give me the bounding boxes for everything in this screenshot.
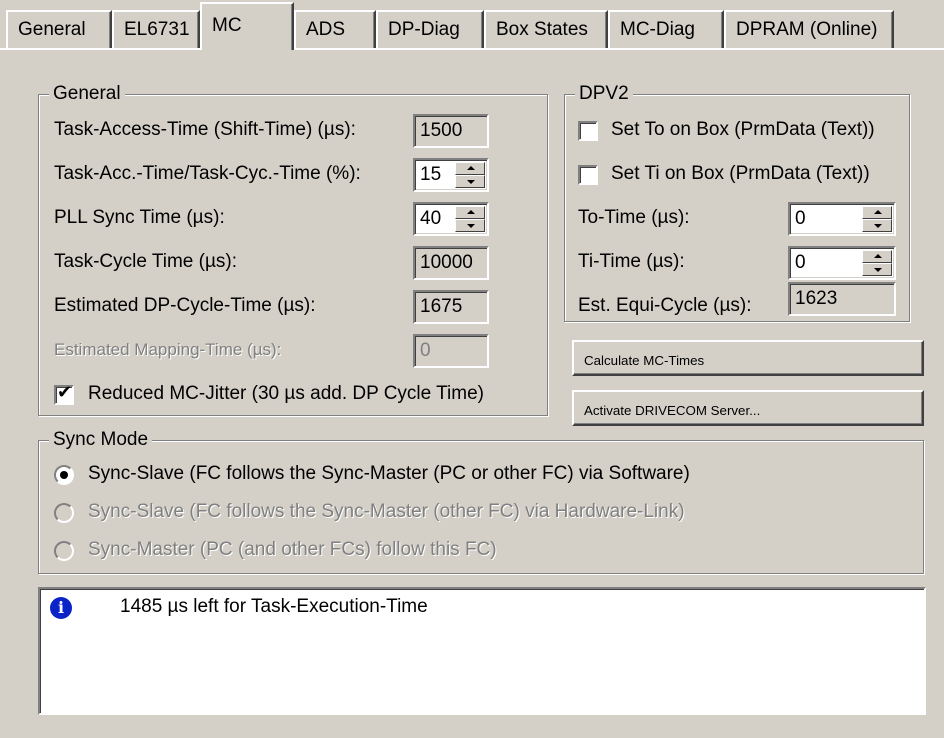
- set-ti-checkbox[interactable]: [578, 165, 598, 185]
- task-acc-ratio-stepper[interactable]: 15: [413, 158, 489, 192]
- set-ti-label: Set Ti on Box (PrmData (Text)): [611, 163, 870, 184]
- spin-buttons: [455, 162, 485, 188]
- activate-drivecom-server-button[interactable]: Activate DRIVECOM Server...: [572, 390, 924, 426]
- tab-page-border: [0, 48, 944, 50]
- arrow-down-icon: [467, 180, 475, 184]
- calculate-mc-times-button[interactable]: Calculate MC-Times: [572, 340, 924, 376]
- spin-up-button[interactable]: [455, 162, 485, 175]
- set-to-label: Set To on Box (PrmData (Text)): [611, 119, 875, 140]
- ti-time-value: 0: [795, 252, 806, 273]
- arrow-up-icon: [874, 254, 882, 258]
- tab-box-states[interactable]: Box States: [484, 10, 608, 48]
- spin-up-button[interactable]: [455, 206, 485, 219]
- task-access-time-field: 1500: [413, 114, 489, 148]
- radio-selected-dot: [60, 471, 68, 479]
- task-cycle-time-label: Task-Cycle Time (µs):: [54, 251, 238, 272]
- general-group-title: General: [49, 82, 125, 106]
- to-time-label: To-Time (µs):: [578, 207, 690, 228]
- tab-label: DPRAM (Online): [736, 19, 878, 40]
- ti-time-stepper[interactable]: 0: [788, 246, 896, 280]
- dpv2-group-title: DPV2: [575, 82, 633, 106]
- tab-dp-diag[interactable]: DP-Diag: [376, 10, 484, 48]
- tab-dpram-online[interactable]: DPRAM (Online): [724, 10, 894, 48]
- arrow-up-icon: [467, 210, 475, 214]
- equi-cycle-label: Est. Equi-Cycle (µs):: [578, 295, 752, 316]
- sync-slave-hardware-radio[interactable]: [54, 503, 74, 523]
- to-time-stepper[interactable]: 0: [788, 202, 896, 236]
- spin-down-button[interactable]: [862, 263, 892, 276]
- tab-label: DP-Diag: [388, 19, 460, 40]
- to-time-value: 0: [795, 208, 806, 229]
- sync-slave-hardware-label: Sync-Slave (FC follows the Sync-Master (…: [88, 501, 685, 522]
- tab-el6731[interactable]: EL6731: [112, 10, 200, 48]
- dp-cycle-time-label: Estimated DP-Cycle-Time (µs):: [54, 295, 316, 316]
- tab-label: EL6731: [124, 19, 190, 40]
- spin-down-button[interactable]: [455, 219, 485, 232]
- tab-label: General: [18, 19, 86, 40]
- reduced-jitter-label: Reduced MC-Jitter (30 µs add. DP Cycle T…: [88, 383, 485, 404]
- mapping-time-field: 0: [413, 334, 489, 368]
- pll-sync-time-stepper[interactable]: 40: [413, 202, 489, 236]
- info-icon: i: [50, 597, 72, 619]
- equi-cycle-field: 1623: [788, 282, 896, 316]
- mapping-time-label: Estimated Mapping-Time (µs):: [54, 340, 282, 359]
- tab-ads[interactable]: ADS: [294, 10, 376, 48]
- tab-label: ADS: [306, 19, 346, 40]
- sync-slave-software-label: Sync-Slave (FC follows the Sync-Master (…: [88, 463, 690, 484]
- equi-cycle-value: 1623: [795, 288, 838, 309]
- message-text: 1485 µs left for Task-Execution-Time: [120, 596, 428, 617]
- sync-master-label: Sync-Master (PC (and other FCs) follow t…: [88, 539, 497, 560]
- mapping-time-value: 0: [420, 340, 431, 361]
- task-access-time-label: Task-Access-Time (Shift-Time) (µs):: [54, 119, 356, 140]
- tab-mc[interactable]: MC: [200, 2, 294, 50]
- sync-slave-software-radio[interactable]: [54, 465, 74, 485]
- spin-up-button[interactable]: [862, 250, 892, 263]
- spin-up-button[interactable]: [862, 206, 892, 219]
- ti-time-label: Ti-Time (µs):: [578, 251, 685, 272]
- spin-buttons: [862, 250, 892, 276]
- tab-general[interactable]: General: [6, 10, 112, 48]
- tab-label: MC: [212, 15, 242, 36]
- task-access-time-value: 1500: [420, 120, 463, 141]
- reduced-jitter-checkbox[interactable]: ✔: [54, 382, 74, 405]
- spin-down-button[interactable]: [862, 219, 892, 232]
- task-acc-ratio-label: Task-Acc.-Time/Task-Cyc.-Time (%):: [54, 163, 361, 184]
- spin-buttons: [862, 206, 892, 232]
- spin-down-button[interactable]: [455, 175, 485, 188]
- checkmark-icon: ✔: [57, 382, 73, 403]
- task-cycle-time-value: 10000: [420, 252, 473, 273]
- arrow-up-icon: [467, 166, 475, 170]
- set-to-checkbox[interactable]: [578, 121, 598, 141]
- dp-cycle-time-value: 1675: [420, 296, 463, 317]
- dp-cycle-time-field: 1675: [413, 290, 489, 324]
- arrow-up-icon: [874, 210, 882, 214]
- spin-buttons: [455, 206, 485, 232]
- pll-sync-time-value: 40: [420, 208, 442, 229]
- arrow-down-icon: [874, 268, 882, 272]
- message-list[interactable]: i 1485 µs left for Task-Execution-Time: [38, 587, 926, 715]
- pll-sync-time-label: PLL Sync Time (µs):: [54, 207, 225, 228]
- tab-strip: General EL6731 MC ADS DP-Diag Box States…: [0, 0, 944, 50]
- arrow-down-icon: [467, 224, 475, 228]
- sync-master-radio[interactable]: [54, 541, 74, 561]
- sync-mode-group-title: Sync Mode: [49, 428, 153, 452]
- tab-label: Box States: [496, 19, 588, 40]
- task-acc-ratio-value: 15: [420, 164, 442, 185]
- task-cycle-time-field: 10000: [413, 246, 489, 280]
- tab-label: MC-Diag: [620, 19, 695, 40]
- tab-mc-diag[interactable]: MC-Diag: [608, 10, 724, 48]
- arrow-down-icon: [874, 224, 882, 228]
